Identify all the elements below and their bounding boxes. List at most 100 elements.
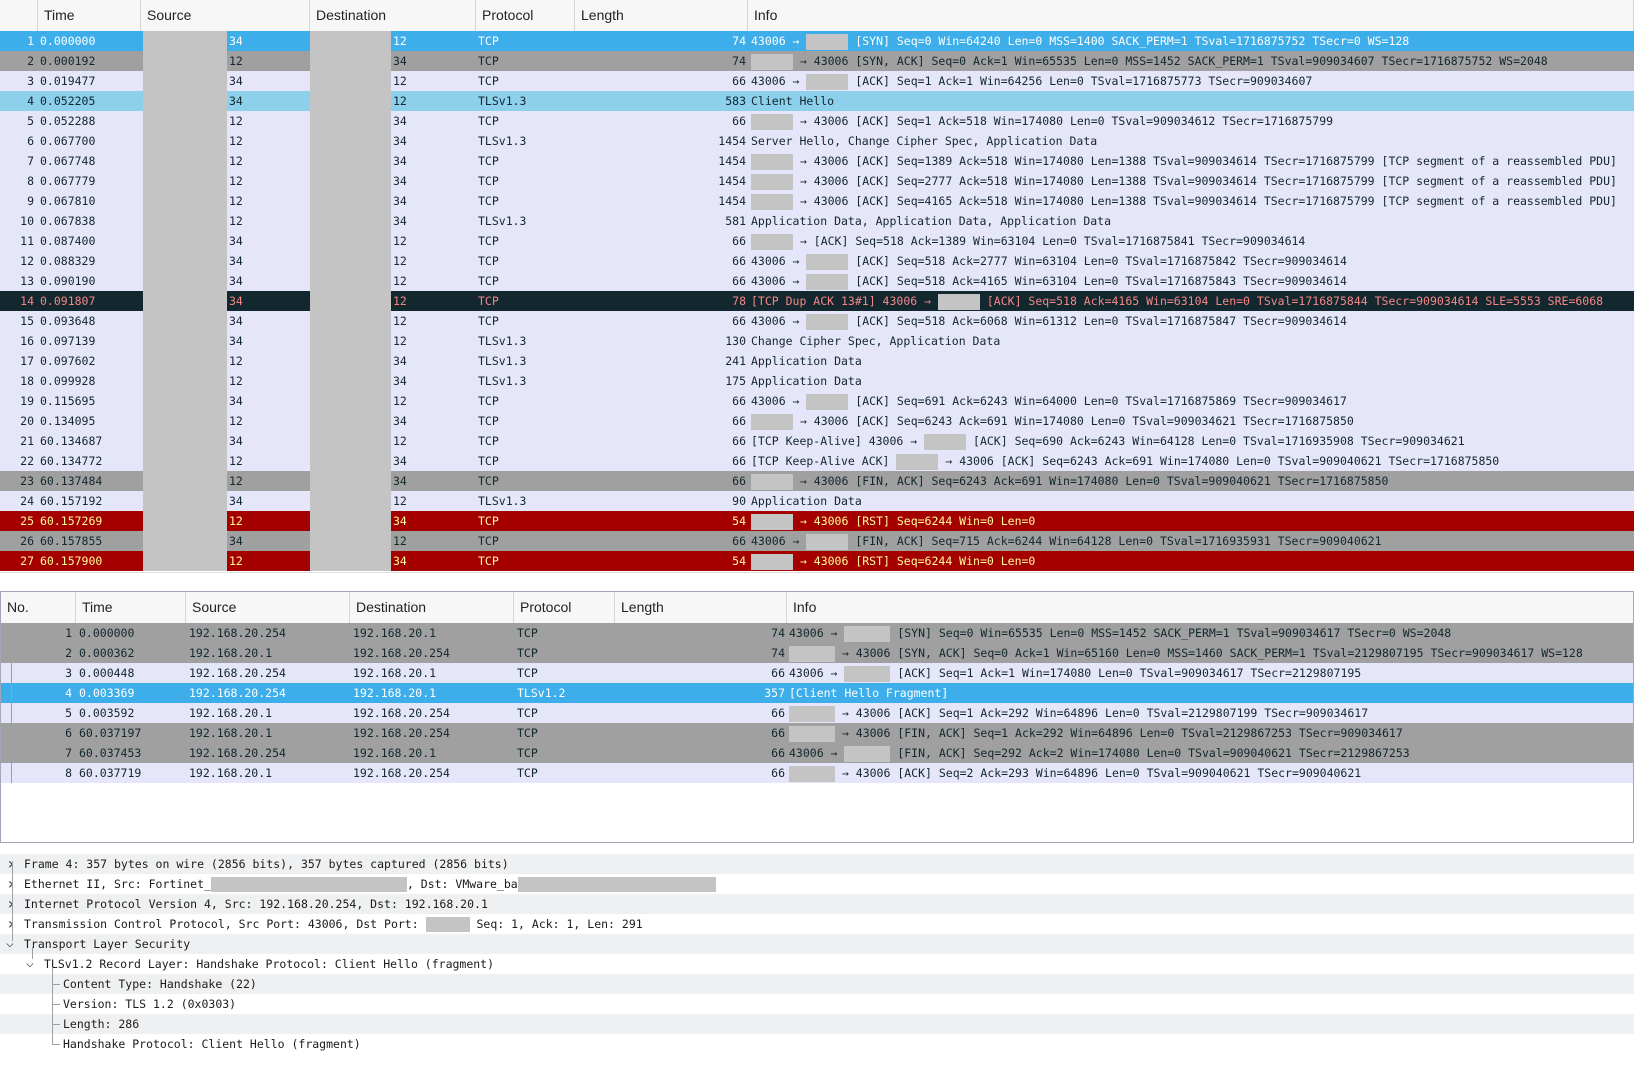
packet-details-pane[interactable]: › Frame 4: 357 bytes on wire (2856 bits),… bbox=[0, 843, 1634, 1067]
packet-protocol: TCP bbox=[478, 274, 499, 288]
redacted-port bbox=[789, 765, 835, 782]
packet-number: 5 bbox=[27, 114, 34, 128]
packet-row[interactable]: 11 0.087400 34 12 TCP 66 → [ACK] Seq=518 Ack=… bbox=[0, 231, 1634, 251]
chevron-down-icon[interactable]: ⌵ bbox=[6, 934, 20, 954]
info-prefix: 43006 → bbox=[751, 254, 807, 268]
packet-row[interactable]: 1 0.000000 34 12 TCP 74 43006 → [SYN] Seq=0 Wi… bbox=[0, 31, 1634, 51]
packet-row[interactable]: 6 0.067700 12 34 TLSv1.3 1454 Server Hello, Ch… bbox=[0, 131, 1634, 151]
packet-row[interactable]: 8 0.067779 12 34 TCP 1454 → 43006 [ACK] Seq=2… bbox=[0, 171, 1634, 191]
packet-row[interactable]: 15 0.093648 34 12 TCP 66 43006 → [ACK] Seq=518… bbox=[0, 311, 1634, 331]
column-header-source[interactable]: Source bbox=[141, 0, 310, 31]
column-header-protocol[interactable]: Protocol bbox=[514, 592, 615, 623]
packet-protocol: TCP bbox=[517, 766, 538, 780]
tree-item[interactable]: › Transmission Control Protocol, Src Port… bbox=[0, 914, 1634, 934]
column-header-destination[interactable]: Destination bbox=[310, 0, 476, 31]
redacted-port bbox=[896, 453, 939, 470]
packet-time: 0.088329 bbox=[40, 254, 96, 268]
packet-destination: 12 bbox=[393, 294, 407, 308]
column-header-info[interactable]: Info bbox=[748, 0, 1634, 31]
chevron-right-icon[interactable]: › bbox=[6, 874, 20, 894]
column-header-length[interactable]: Length bbox=[575, 0, 748, 31]
column-header-source[interactable]: Source bbox=[186, 592, 350, 623]
packet-row[interactable]: 13 0.090190 34 12 TCP 66 43006 → [ACK] Seq=518… bbox=[0, 271, 1634, 291]
packet-list-top[interactable]: Time Source Destination Protocol Length Info … bbox=[0, 0, 1634, 572]
packet-row[interactable]: 10 0.067838 12 34 TLSv1.3 581 Application Data… bbox=[0, 211, 1634, 231]
packet-info: [TCP Keep-Alive] 43006 → [ACK] Seq=690 A… bbox=[751, 431, 1465, 451]
tree-item[interactable]: ⌵ TLSv1.2 Record Layer: Handshake Protoco… bbox=[0, 954, 1634, 974]
column-header-no[interactable]: No. bbox=[1, 592, 76, 623]
packet-row[interactable]: 3 0.000448 192.168.20.254 192.168.20.1 TCP 66… bbox=[1, 663, 1633, 683]
packet-info: Application Data bbox=[751, 371, 862, 391]
packet-row[interactable]: 25 60.157269 12 34 TCP 54 → 43006 [RST] Seq=6… bbox=[0, 511, 1634, 531]
packet-time: 0.000000 bbox=[79, 626, 135, 640]
packet-row[interactable]: 14 0.091807 34 12 TCP 78 [TCP Dup ACK 13#1] 43… bbox=[0, 291, 1634, 311]
packet-row[interactable]: 21 60.134687 34 12 TCP 66 [TCP Keep-Alive] 430… bbox=[0, 431, 1634, 451]
chevron-right-icon[interactable]: › bbox=[6, 894, 20, 914]
packet-row[interactable]: 7 0.067748 12 34 TCP 1454 → 43006 [ACK] Seq=1… bbox=[0, 151, 1634, 171]
packet-source: 34 bbox=[229, 434, 243, 448]
tree-item[interactable]: Version: TLS 1.2 (0x0303) bbox=[0, 994, 1634, 1014]
packet-row[interactable]: 4 0.003369 192.168.20.254 192.168.20.1 TLSv1… bbox=[1, 683, 1633, 703]
packet-row[interactable]: 4 0.052205 34 12 TLSv1.3 583 Client Hello bbox=[0, 91, 1634, 111]
column-header-time[interactable]: Time bbox=[38, 0, 141, 31]
packet-time: 60.134687 bbox=[40, 434, 103, 448]
packet-row[interactable]: 1 0.000000 192.168.20.254 192.168.20.1 TCP 74… bbox=[1, 623, 1633, 643]
packet-length: 74 bbox=[732, 54, 746, 68]
chevron-right-icon[interactable]: › bbox=[6, 914, 20, 934]
packet-row[interactable]: 27 60.157900 12 34 TCP 54 → 43006 [RST] Seq=6… bbox=[0, 551, 1634, 571]
packet-time: 0.067700 bbox=[40, 134, 96, 148]
packet-time: 60.157269 bbox=[40, 514, 103, 528]
column-header-blank[interactable] bbox=[0, 0, 38, 31]
packet-length: 66 bbox=[732, 474, 746, 488]
packet-row[interactable]: 18 0.099928 12 34 TLSv1.3 175 Application Data bbox=[0, 371, 1634, 391]
packet-info: → 43006 [RST] Seq=6244 Win=0 Len=0 bbox=[751, 511, 1035, 531]
packet-row[interactable]: 20 0.134095 12 34 TCP 66 → 43006 [ACK] Seq=62… bbox=[0, 411, 1634, 431]
packet-row[interactable]: 22 60.134772 12 34 TCP 66 [TCP Keep-Alive ACK]… bbox=[0, 451, 1634, 471]
packet-row[interactable]: 23 60.137484 12 34 TCP 66 → 43006 [FIN, ACK] … bbox=[0, 471, 1634, 491]
packet-row[interactable]: 17 0.097602 12 34 TLSv1.3 241 Application Data bbox=[0, 351, 1634, 371]
packet-source: 192.168.20.1 bbox=[189, 726, 273, 740]
packet-info: 43006 → [ACK] Seq=1 Ack=1 Win=64256 Len=… bbox=[751, 71, 1312, 91]
tree-item[interactable]: Handshake Protocol: Client Hello (fragme… bbox=[0, 1034, 1634, 1054]
packet-row[interactable]: 5 0.052288 12 34 TCP 66 → 43006 [ACK] Seq=1 A… bbox=[0, 111, 1634, 131]
packet-row[interactable]: 2 0.000192 12 34 TCP 74 → 43006 [SYN, ACK] Se… bbox=[0, 51, 1634, 71]
packet-row[interactable]: 6 60.037197 192.168.20.1 192.168.20.254 TCP 6… bbox=[1, 723, 1633, 743]
tree-item[interactable]: › Ethernet II, Src: Fortinet_ , Dst: VMwar… bbox=[0, 874, 1634, 894]
packet-row[interactable]: 7 60.037453 192.168.20.254 192.168.20.1 TCP 6… bbox=[1, 743, 1633, 763]
tree-item[interactable]: › Internet Protocol Version 4, Src: 192.1… bbox=[0, 894, 1634, 914]
redacted-port bbox=[789, 705, 835, 722]
packet-row[interactable]: 16 0.097139 34 12 TLSv1.3 130 Change Cipher Sp… bbox=[0, 331, 1634, 351]
column-header-info[interactable]: Info bbox=[787, 592, 1633, 623]
packet-length: 130 bbox=[725, 334, 746, 348]
tree-item[interactable]: ⌵ Transport Layer Security bbox=[0, 934, 1634, 954]
tree-item[interactable]: Length: 286 bbox=[0, 1014, 1634, 1034]
info-text: [ACK] Seq=518 Ack=4165 Win=63104 Len=0 T… bbox=[986, 294, 1604, 308]
tree-item[interactable]: › Frame 4: 357 bytes on wire (2856 bits),… bbox=[0, 854, 1634, 874]
packet-row[interactable]: 8 60.037719 192.168.20.1 192.168.20.254 TCP 6… bbox=[1, 763, 1633, 783]
pane-splitter[interactable] bbox=[0, 572, 1634, 592]
packet-row[interactable]: 2 0.000362 192.168.20.1 192.168.20.254 TCP 74… bbox=[1, 643, 1633, 663]
packet-row[interactable]: 9 0.067810 12 34 TCP 1454 → 43006 [ACK] Seq=4… bbox=[0, 191, 1634, 211]
packet-number: 16 bbox=[20, 334, 34, 348]
chevron-right-icon[interactable]: › bbox=[6, 854, 20, 874]
info-text: → 43006 [ACK] Seq=6243 Ack=691 Win=17408… bbox=[945, 454, 1500, 468]
packet-time: 60.137484 bbox=[40, 474, 103, 488]
tree-item[interactable]: Content Type: Handshake (22) bbox=[0, 974, 1634, 994]
tree-item-label: Internet Protocol Version 4, Src: 192.16… bbox=[24, 894, 488, 914]
packet-row[interactable]: 26 60.157855 34 12 TCP 66 43006 → [FIN, ACK] S… bbox=[0, 531, 1634, 551]
chevron-down-icon[interactable]: ⌵ bbox=[26, 954, 40, 974]
packet-row[interactable]: 24 60.157192 34 12 TLSv1.3 90 Application Data bbox=[0, 491, 1634, 511]
column-header-protocol[interactable]: Protocol bbox=[476, 0, 575, 31]
tree-item-text: Content Type: Handshake (22) bbox=[63, 977, 257, 991]
tree-item-text: Ethernet II, Src: Fortinet_ bbox=[24, 877, 211, 891]
packet-protocol: TCP bbox=[517, 666, 538, 680]
packet-row[interactable]: 3 0.019477 34 12 TCP 66 43006 → [ACK] Seq=1 Ac… bbox=[0, 71, 1634, 91]
packet-row[interactable]: 12 0.088329 34 12 TCP 66 43006 → [ACK] Seq=518… bbox=[0, 251, 1634, 271]
packet-list-bottom[interactable]: No. Time Source Destination Protocol Length In… bbox=[0, 591, 1634, 843]
packet-row[interactable]: 5 0.003592 192.168.20.1 192.168.20.254 TCP 66… bbox=[1, 703, 1633, 723]
packet-row[interactable]: 19 0.115695 34 12 TCP 66 43006 → [ACK] Seq=691… bbox=[0, 391, 1634, 411]
column-header-time[interactable]: Time bbox=[76, 592, 186, 623]
tree-branch-line bbox=[52, 1044, 60, 1045]
column-header-destination[interactable]: Destination bbox=[350, 592, 514, 623]
column-header-length[interactable]: Length bbox=[615, 592, 787, 623]
